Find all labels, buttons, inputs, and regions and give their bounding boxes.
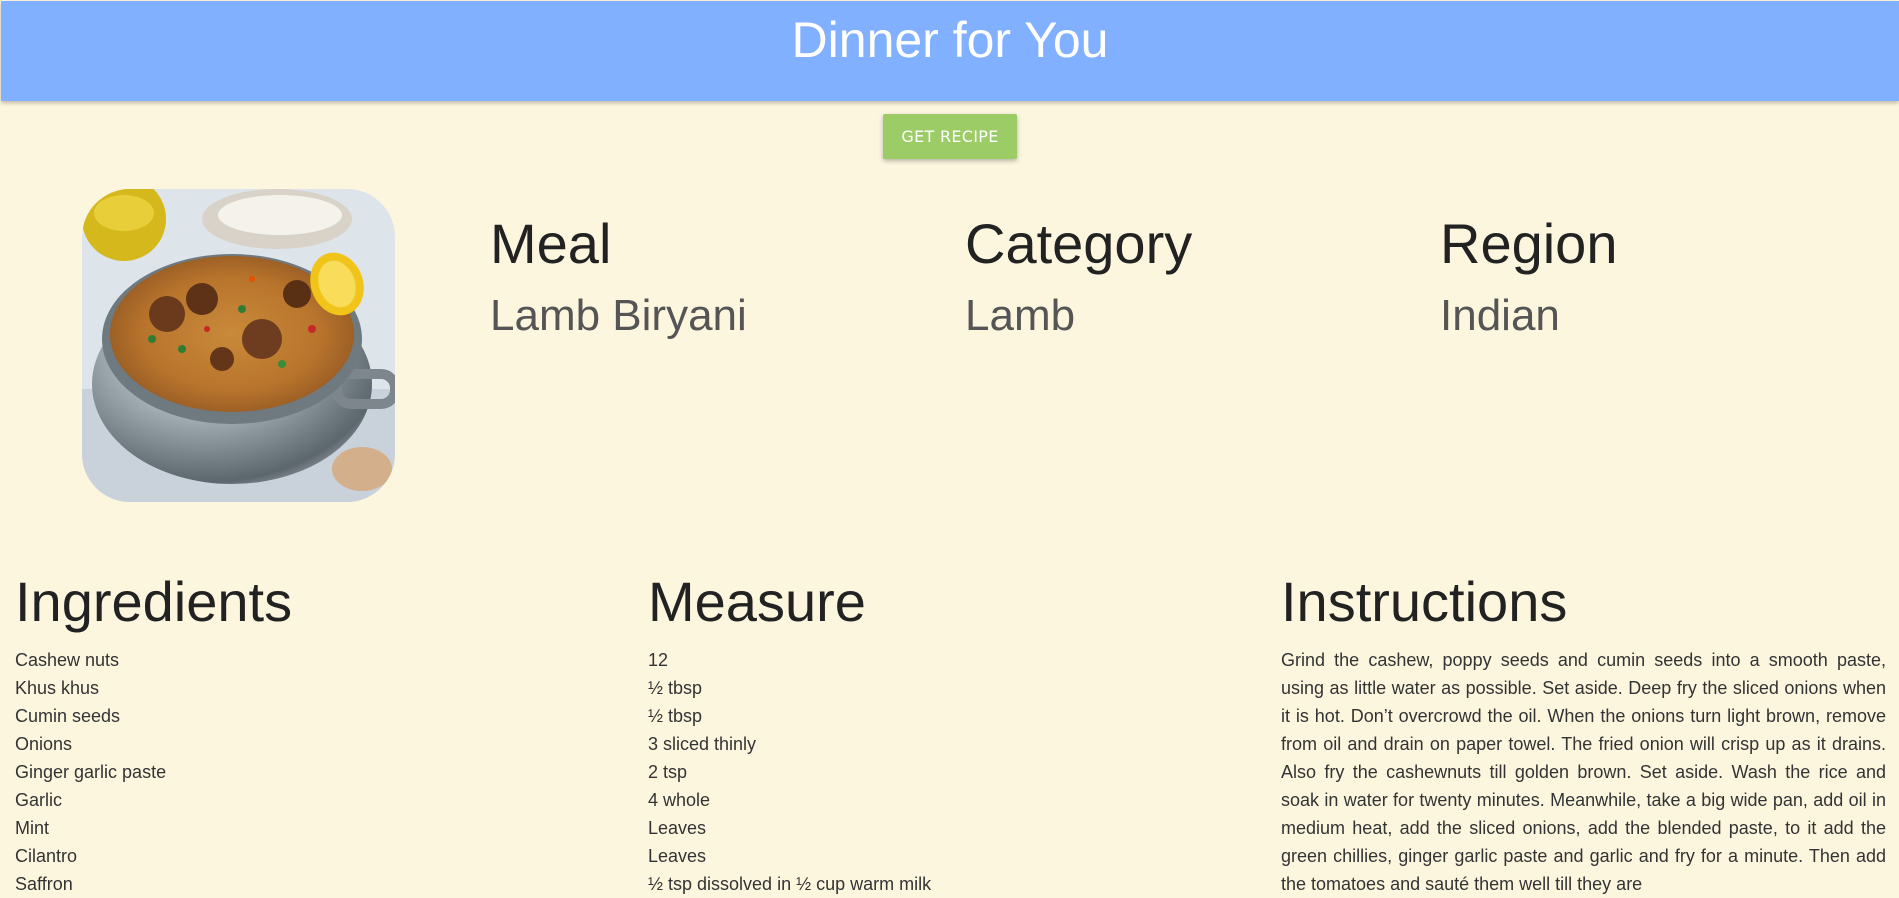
instructions-heading: Instructions	[1281, 570, 1568, 633]
list-item: Cumin seeds	[15, 706, 121, 726]
ingredients-list: Cashew nuts Khus khus Cumin seeds Onions…	[15, 646, 292, 898]
list-item: 4 whole	[648, 790, 711, 810]
meal-heading: Meal	[490, 212, 612, 275]
measure-column: Measure 12 ½ tbsp ½ tbsp 3 sliced thinly…	[648, 566, 931, 898]
list-item: Leaves	[648, 846, 707, 866]
instructions-column: Instructions Grind the cashew, poppy see…	[1281, 566, 1886, 898]
list-item: ½ tbsp	[648, 678, 703, 698]
list-item: Leaves	[648, 818, 707, 838]
instructions-text: Grind the cashew, poppy seeds and cumin …	[1281, 650, 1886, 894]
app-title: Dinner for You	[791, 12, 1109, 68]
meal-image	[82, 189, 395, 502]
measure-list: 12 ½ tbsp ½ tbsp 3 sliced thinly 2 tsp 4…	[648, 646, 931, 898]
region-column: Region Indian	[1440, 208, 1617, 344]
list-item: ½ tsp dissolved in ½ cup warm milk	[648, 874, 932, 894]
get-recipe-button[interactable]: GET RECIPE	[883, 114, 1017, 159]
measure-heading: Measure	[648, 570, 866, 633]
category-value: Lamb	[965, 291, 1076, 340]
region-value: Indian	[1440, 291, 1560, 340]
region-heading: Region	[1440, 212, 1618, 275]
category-heading: Category	[965, 212, 1193, 275]
list-item: 3 sliced thinly	[648, 734, 757, 754]
app-header: Dinner for You	[1, 1, 1899, 101]
ingredients-column: Ingredients Cashew nuts Khus khus Cumin …	[15, 566, 292, 898]
list-item: Onions	[15, 734, 73, 754]
list-item: 2 tsp	[648, 762, 688, 782]
list-item: Garlic	[15, 790, 63, 810]
meal-column: Meal Lamb Biryani	[490, 208, 747, 344]
list-item: Ginger garlic paste	[15, 762, 167, 782]
list-item: 12	[648, 650, 669, 670]
list-item: ½ tbsp	[648, 706, 703, 726]
list-item: Cilantro	[15, 846, 78, 866]
list-item: Mint	[15, 818, 50, 838]
category-column: Category Lamb	[965, 208, 1192, 344]
meal-value: Lamb Biryani	[490, 291, 747, 340]
list-item: Khus khus	[15, 678, 100, 698]
list-item: Saffron	[15, 874, 73, 894]
list-item: Cashew nuts	[15, 650, 120, 670]
ingredients-heading: Ingredients	[15, 570, 293, 633]
